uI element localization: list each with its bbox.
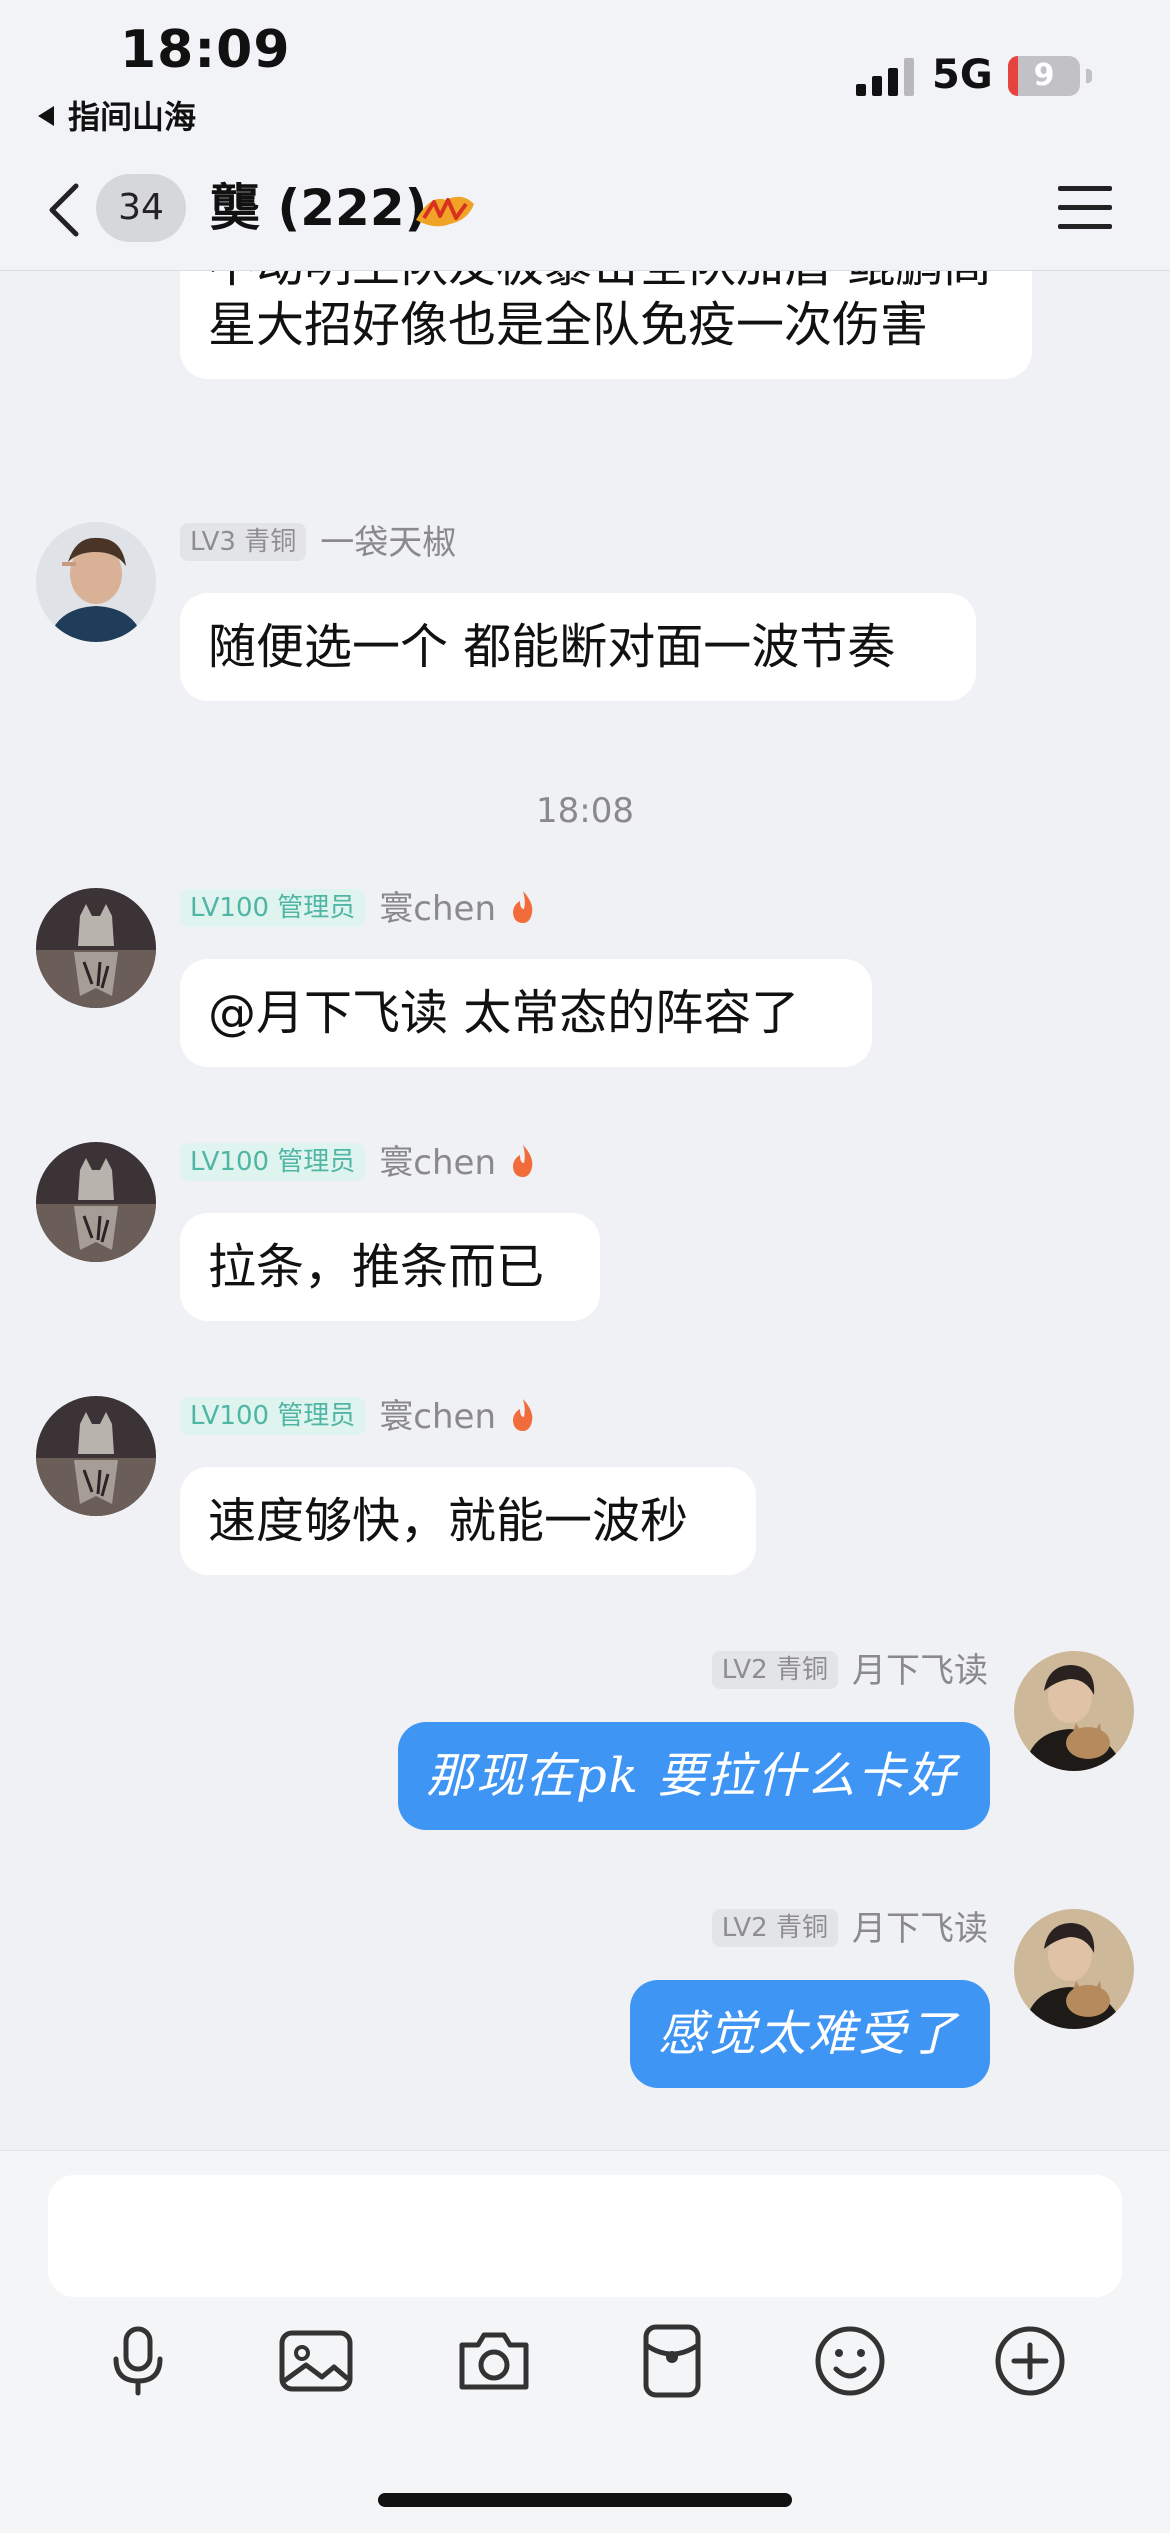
admin-level-badge: LV100 管理员: [180, 889, 366, 927]
chat-header: 34 龑 (222): [0, 150, 1170, 271]
battery-level: 9: [1033, 58, 1055, 93]
plus-icon[interactable]: [990, 2321, 1070, 2401]
message-bubble[interactable]: @月下飞读 太常态的阵容了: [180, 959, 872, 1067]
network-type: 5G: [932, 52, 993, 98]
back-chevron-icon[interactable]: [44, 182, 84, 238]
message-meta: LV2 青铜 月下飞读: [711, 1651, 988, 1691]
avatar[interactable]: [36, 522, 156, 642]
composer: [0, 2150, 1170, 2533]
back-app-label: 指间山海: [68, 98, 197, 136]
avatar-cat-tiger-icon: [36, 1142, 156, 1262]
my-message-bubble[interactable]: 那现在pk 要拉什么卡好: [398, 1722, 990, 1830]
admin-level-badge: LV100 管理员: [180, 1397, 366, 1435]
message-meta: LV100 管理员 寰chen: [180, 889, 538, 929]
avatar-cat-tiger-icon: [36, 888, 156, 1008]
avatar[interactable]: [1014, 1909, 1134, 2029]
emoji-icon[interactable]: [810, 2321, 890, 2401]
back-triangle-icon: [38, 106, 54, 126]
avatar-cat-tiger-icon: [36, 1396, 156, 1516]
sender-name[interactable]: 寰chen: [379, 889, 496, 929]
avatar[interactable]: [36, 888, 156, 1008]
group-emblem-icon: [416, 196, 474, 227]
message-input[interactable]: [48, 2175, 1122, 2297]
camera-icon[interactable]: [454, 2321, 534, 2401]
message-meta: LV100 管理员 寰chen: [180, 1143, 538, 1183]
avatar[interactable]: [36, 1396, 156, 1516]
message-meta: LV2 青铜 月下飞读: [711, 1909, 988, 1949]
flame-icon: [513, 1399, 533, 1431]
level-badge: LV2 青铜: [711, 1651, 838, 1689]
signal-icon: [856, 58, 914, 96]
unread-count-badge[interactable]: 34: [96, 174, 186, 242]
admin-level-badge: LV100 管理员: [180, 1143, 366, 1181]
message-meta: LV100 管理员 寰chen: [180, 1397, 538, 1437]
message-meta: LV3 青铜 一袋天椒: [180, 523, 456, 563]
sender-name[interactable]: 寰chen: [379, 1397, 496, 1437]
status-bar: 18:09 指间山海 5G 9: [0, 0, 1170, 150]
message-bubble[interactable]: 不动明王队友极暴击全队加盾 鲲鹏高星大招好像也是全队免疫一次伤害: [180, 271, 1032, 379]
message-timestamp: 18:08: [536, 791, 634, 831]
my-message-bubble[interactable]: 感觉太难受了: [630, 1980, 990, 2088]
level-badge: LV2 青铜: [711, 1909, 838, 1947]
avatar[interactable]: [36, 1142, 156, 1262]
sender-name[interactable]: 月下飞读: [852, 1909, 988, 1949]
avatar-man-icon: [36, 522, 156, 642]
message-bubble[interactable]: 速度够快，就能一波秒: [180, 1467, 756, 1575]
back-to-app-link[interactable]: 指间山海: [38, 92, 196, 138]
avatar[interactable]: [1014, 1651, 1134, 1771]
message-bubble[interactable]: 随便选一个 都能断对面一波节奏: [180, 593, 976, 701]
message-bubble[interactable]: 拉条，推条而已: [180, 1213, 600, 1321]
red-packet-icon[interactable]: [632, 2321, 712, 2401]
battery-icon: 9: [1008, 56, 1092, 96]
avatar-person-with-cat-icon: [1014, 1909, 1134, 2029]
sender-name[interactable]: 寰chen: [379, 1143, 496, 1183]
message-list[interactable]: 不动明王队友极暴击全队加盾 鲲鹏高星大招好像也是全队免疫一次伤害 LV3 青铜一…: [0, 271, 1170, 2149]
home-indicator[interactable]: [378, 2493, 792, 2507]
image-icon[interactable]: [276, 2321, 356, 2401]
menu-icon[interactable]: [1058, 186, 1112, 230]
sender-name[interactable]: 月下飞读: [852, 1651, 988, 1691]
flame-icon: [513, 1145, 533, 1177]
chat-title[interactable]: 龑 (222): [210, 176, 427, 240]
level-badge: LV3 青铜: [180, 523, 307, 561]
battery-tip: [1086, 69, 1092, 83]
sender-name[interactable]: 一袋天椒: [320, 523, 456, 563]
avatar-person-with-cat-icon: [1014, 1651, 1134, 1771]
flame-icon: [513, 891, 533, 923]
status-time: 18:09: [120, 20, 291, 80]
microphone-icon[interactable]: [98, 2321, 178, 2401]
